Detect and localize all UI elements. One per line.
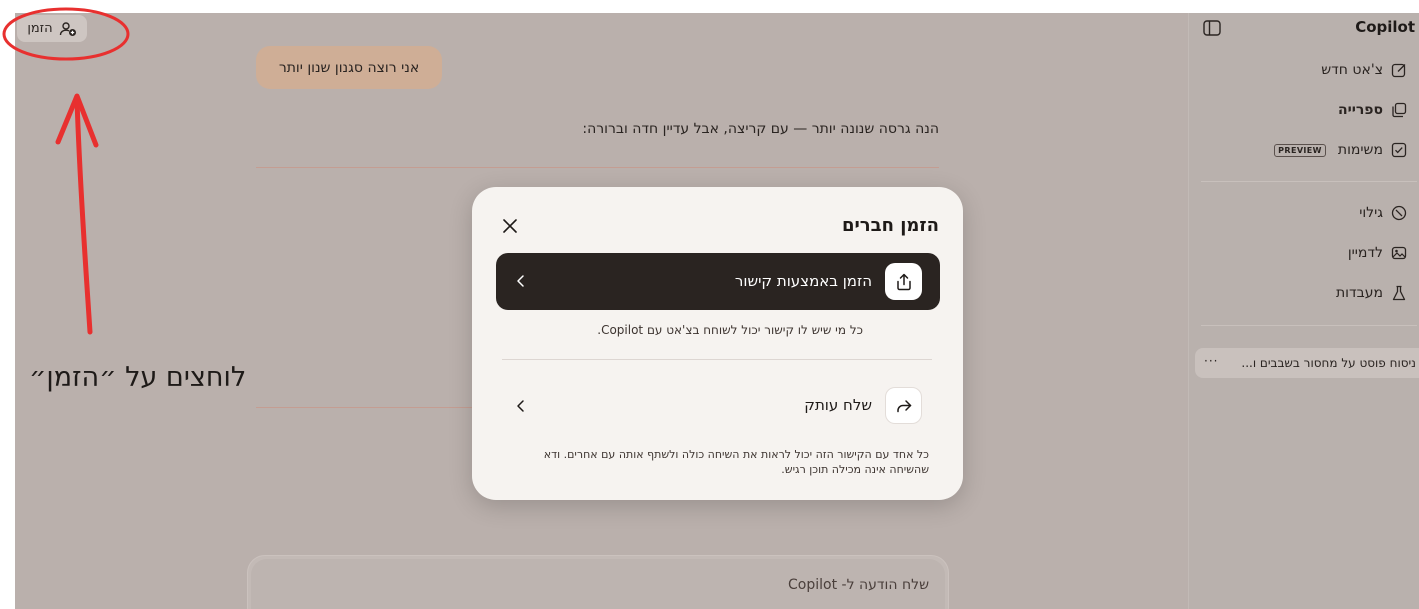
send-copy-description: כל אחד עם הקישור הזה יכול לראות את השיחה… [543,448,929,476]
dialog-title: הזמן חברים [841,215,939,236]
flask-icon [1392,285,1406,301]
response-divider-top [256,167,939,168]
chevron-left-icon [517,275,524,287]
sidebar-item-label: מעבדות [1335,285,1383,301]
close-icon[interactable] [502,218,518,234]
message-composer[interactable]: שלח הודעה ל- Copilot [247,555,949,609]
sidebar-item-label: לדמיין [1347,245,1383,261]
sidebar-item-library[interactable]: ספרייה [1338,98,1419,122]
tasks-checkbox-icon [1391,142,1407,158]
invite-link-description: כל מי שיש לו קישור יכול לשוחח בצ'אט עם C… [597,323,863,337]
annotation-arrow-icon [55,93,99,335]
image-icon [1391,246,1407,260]
invite-via-link-button[interactable]: הזמן באמצעות קישור [496,253,940,310]
forward-icon-box [885,387,922,424]
more-options-icon[interactable]: ··· [1204,354,1218,368]
sidebar-divider [1201,325,1417,326]
compass-icon [1391,205,1407,221]
app-title: Copilot [1355,18,1415,36]
highlight-circle [2,7,130,61]
library-icon [1392,102,1407,118]
sidebar-item-label: ספרייה [1337,102,1383,118]
send-copy-button[interactable]: שלח עותק [496,384,940,428]
sidebar-toggle-icon[interactable] [1203,20,1221,36]
sidebar-item-new-chat[interactable]: צ'אט חדש [1321,58,1419,82]
user-message-text: אני רוצה סגנון שנון יותר [278,59,420,76]
sidebar-divider [1201,181,1417,182]
dialog-divider [502,359,932,360]
forward-arrow-icon [896,399,911,412]
sidebar: Copilot צ'אט חדש ספרייה משימות PREVIEW ג… [1188,13,1419,609]
sidebar-item-labs[interactable]: מעבדות [1336,281,1419,305]
sidebar-item-label: צ'אט חדש [1321,62,1383,78]
share-upload-icon [896,273,911,290]
sidebar-item-imagine[interactable]: לדמיין [1348,241,1419,265]
composer-input[interactable]: שלח הודעה ל- Copilot [251,559,945,609]
conversation-title: ניסוח פוסט על מחסור בשבבים ו... [1241,356,1416,370]
preview-badge: PREVIEW [1274,143,1326,157]
invite-friends-dialog: הזמן חברים הזמן באמצעות קישור כל מי שיש … [472,187,963,500]
share-icon-box [885,263,922,300]
sidebar-item-tasks[interactable]: משימות PREVIEW [1274,138,1419,162]
compose-icon [1391,63,1406,78]
invite-via-link-label: הזמן באמצעות קישור [734,272,872,290]
sidebar-item-label: משימות [1337,142,1383,158]
response-intro: הנה גרסה שנונה יותר — עם קריצה, אבל עדיי… [582,121,939,137]
sidebar-item-label: גילוי [1359,205,1383,221]
composer-placeholder: שלח הודעה ל- Copilot [788,577,929,593]
annotation-caption: לוחצים על ״הזמן״ [29,362,247,393]
user-message-bubble: אני רוצה סגנון שנון יותר [256,46,442,89]
top-strip [0,0,1419,13]
chevron-left-icon [517,400,524,412]
send-copy-label: שלח עותק [804,396,872,414]
conversation-item[interactable]: ניסוח פוסט על מחסור בשבבים ו... ··· [1195,348,1419,378]
sidebar-item-discover[interactable]: גילוי [1359,201,1419,225]
